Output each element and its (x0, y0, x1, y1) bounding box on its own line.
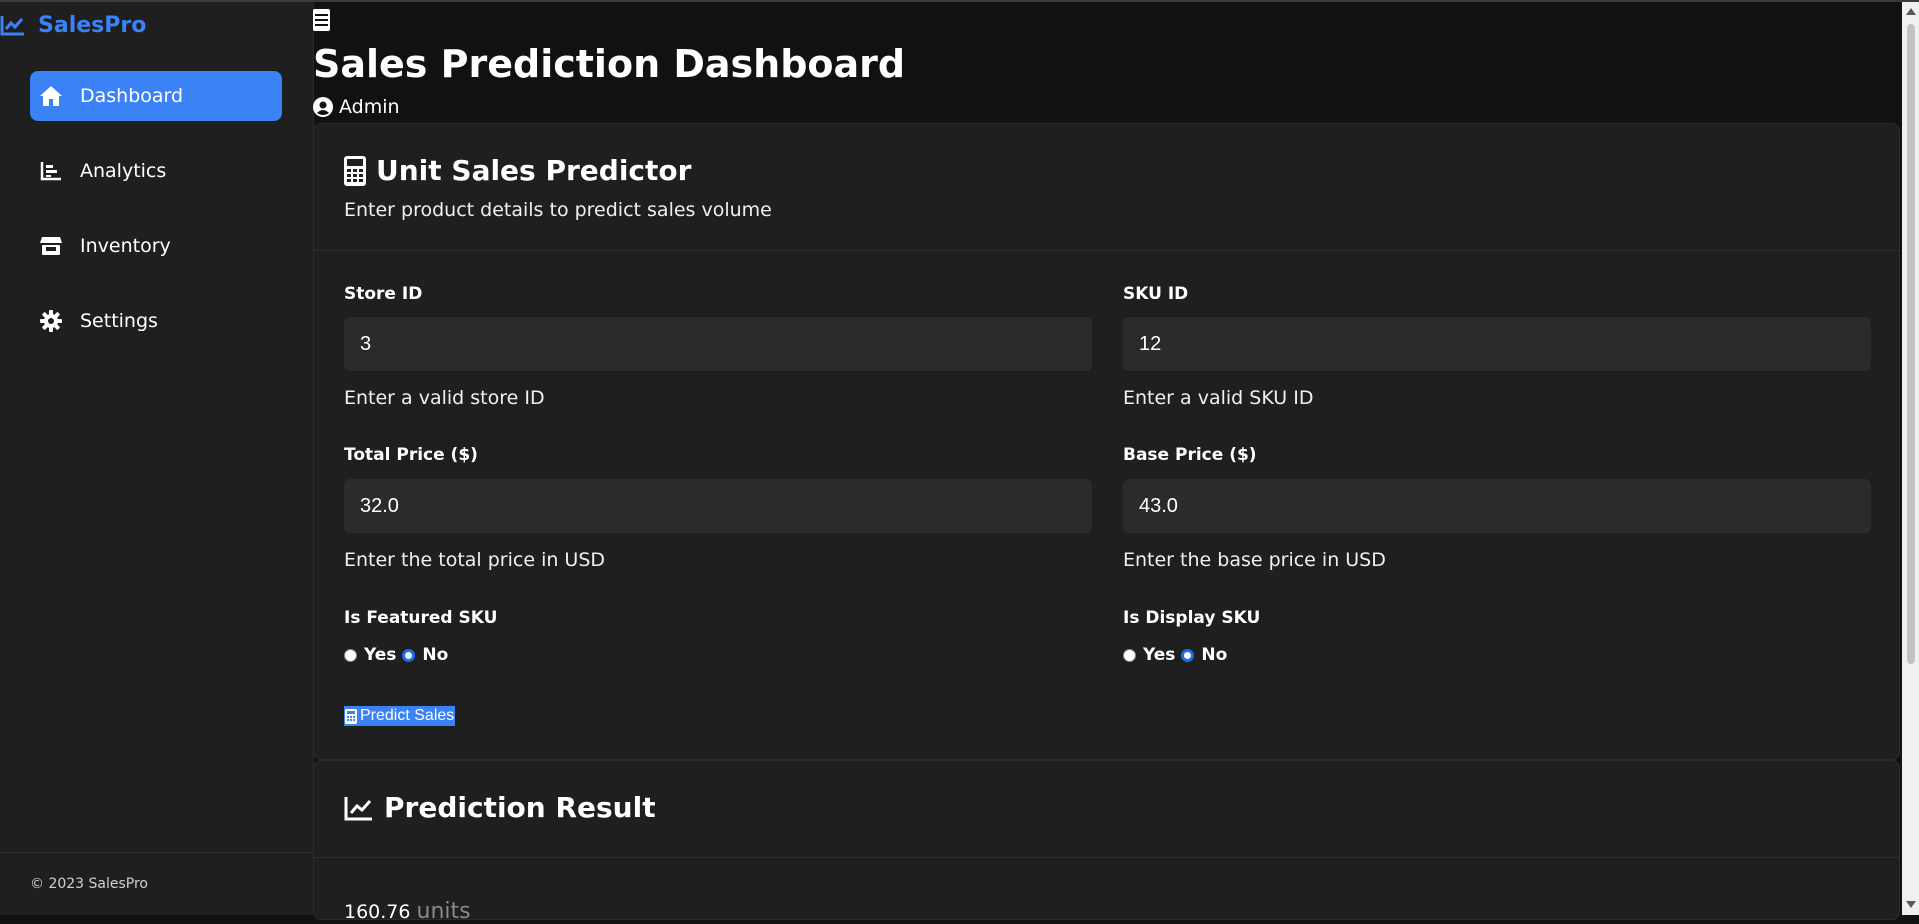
sku-id-help: Enter a valid SKU ID (1123, 387, 1314, 409)
result-title-text: Prediction Result (384, 791, 656, 824)
brand[interactable]: SalesPro (0, 8, 146, 42)
predict-sales-label: Predict Sales (360, 707, 455, 724)
sidebar: SalesPro Dashboard Analytics Inventory S… (0, 2, 314, 915)
store-icon (38, 233, 64, 259)
result-title: Prediction Result (344, 791, 656, 824)
bar-chart-icon (38, 158, 64, 184)
base-price-help: Enter the base price in USD (1123, 549, 1386, 571)
sidebar-footer: © 2023 SalesPro (30, 876, 149, 892)
predictor-title-text: Unit Sales Predictor (376, 154, 692, 187)
user-name: Admin (339, 96, 400, 118)
page-scrollbar[interactable] (1902, 2, 1919, 915)
user-menu[interactable]: Admin (313, 96, 400, 118)
prediction-number: 160.76 (344, 901, 411, 923)
display-yes-radio[interactable] (1123, 648, 1136, 662)
page-title: Sales Prediction Dashboard (313, 42, 906, 86)
sidebar-item-label: Settings (80, 310, 158, 332)
predict-sales-button[interactable]: Predict Sales (344, 706, 456, 726)
menu-toggle-icon[interactable] (313, 9, 330, 35)
sidebar-item-dashboard[interactable]: Dashboard (30, 71, 282, 121)
total-price-help: Enter the total price in USD (344, 549, 606, 571)
display-no-radio[interactable] (1181, 648, 1195, 662)
featured-no-radio[interactable] (402, 648, 416, 662)
sidebar-item-inventory[interactable]: Inventory (30, 221, 282, 271)
prediction-value: 160.76 units (344, 899, 471, 924)
predictor-card-header: Unit Sales Predictor Enter product detai… (314, 124, 1899, 251)
sidebar-item-label: Dashboard (80, 85, 184, 107)
display-no-label[interactable]: No (1201, 645, 1227, 665)
featured-yes-radio[interactable] (344, 648, 357, 662)
total-price-label: Total Price ($) (344, 445, 478, 465)
predictor-card: Unit Sales Predictor Enter product detai… (313, 123, 1900, 760)
sidebar-item-analytics[interactable]: Analytics (30, 146, 282, 196)
sku-id-input[interactable] (1123, 317, 1871, 371)
sidebar-divider (0, 852, 313, 853)
prediction-unit: units (416, 899, 471, 924)
display-sku-label: Is Display SKU (1123, 608, 1261, 628)
store-id-input[interactable] (344, 317, 1092, 371)
chart-line-icon (0, 16, 24, 36)
display-sku-radio-group: Yes No (1123, 645, 1233, 665)
chart-line-icon (344, 796, 372, 820)
calculator-icon (345, 708, 357, 724)
total-price-input[interactable] (344, 479, 1092, 533)
calculator-icon (344, 155, 366, 186)
result-card-header: Prediction Result (314, 761, 1899, 858)
predictor-subtitle: Enter product details to predict sales v… (344, 199, 772, 221)
sidebar-item-settings[interactable]: Settings (30, 296, 282, 346)
scroll-down-arrow-icon[interactable] (1906, 901, 1916, 908)
result-card: Prediction Result 160.76 units (313, 760, 1900, 924)
scrollbar-thumb[interactable] (1907, 24, 1915, 664)
sku-id-label: SKU ID (1123, 284, 1189, 304)
featured-no-label[interactable]: No (422, 645, 448, 665)
featured-yes-label[interactable]: Yes (364, 645, 396, 665)
featured-sku-label: Is Featured SKU (344, 608, 498, 628)
sidebar-item-label: Inventory (80, 235, 171, 257)
display-yes-label[interactable]: Yes (1143, 645, 1175, 665)
base-price-input[interactable] (1123, 479, 1871, 533)
scroll-up-arrow-icon[interactable] (1906, 8, 1916, 15)
featured-sku-radio-group: Yes No (344, 645, 454, 665)
user-circle-icon (313, 97, 333, 117)
gear-icon (38, 308, 64, 334)
store-id-label: Store ID (344, 284, 423, 304)
sidebar-item-label: Analytics (80, 160, 167, 182)
brand-name: SalesPro (38, 12, 147, 38)
predictor-title: Unit Sales Predictor (344, 154, 691, 187)
store-id-help: Enter a valid store ID (344, 387, 545, 409)
base-price-label: Base Price ($) (1123, 445, 1257, 465)
home-icon (38, 83, 64, 109)
